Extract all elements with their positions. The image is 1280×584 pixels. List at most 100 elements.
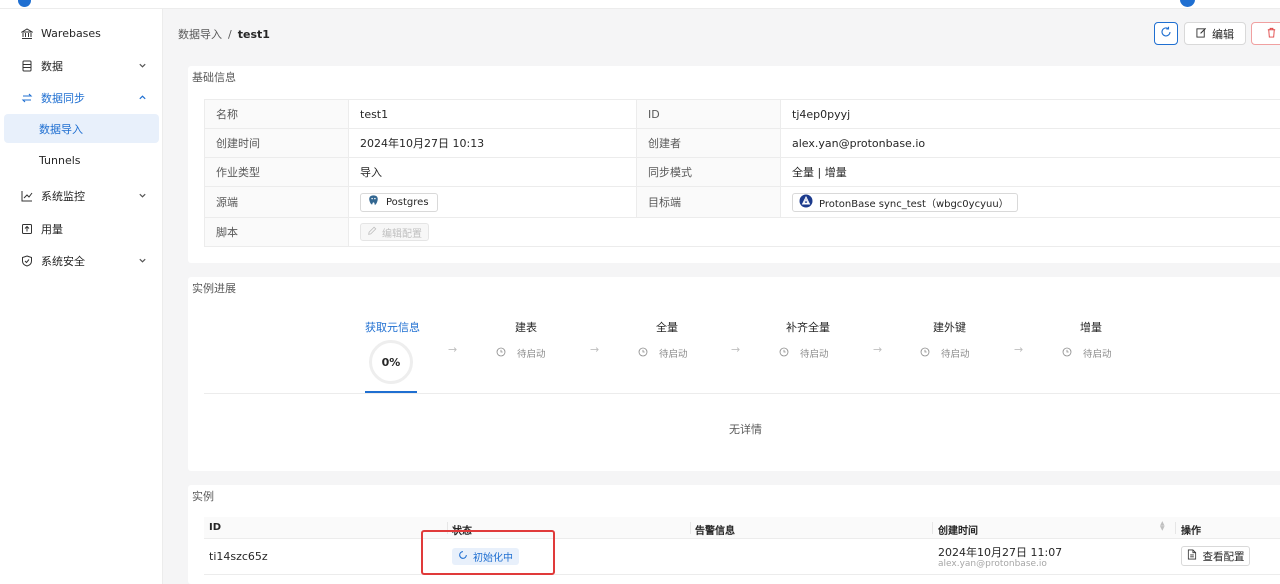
progress-title: 实例进展	[192, 282, 236, 295]
breadcrumb-parent-link[interactable]: 数据导入	[178, 26, 222, 42]
info-key: 脚本	[204, 217, 349, 247]
refresh-button[interactable]	[1154, 22, 1178, 45]
column-divider	[690, 522, 691, 534]
column-header-id: ID	[209, 522, 222, 533]
refresh-icon	[1160, 26, 1172, 41]
column-header-created-time[interactable]: 创建时间	[938, 522, 978, 537]
column-divider	[1175, 522, 1176, 534]
info-row: 名称 test1 ID tj4ep0pyyj	[204, 99, 1280, 129]
protonbase-icon	[799, 194, 813, 211]
step-arrow: →	[448, 343, 458, 356]
sidebar-item-warebases[interactable]: Warebases	[4, 19, 159, 48]
step-status-label: 待启动	[517, 349, 546, 360]
avatar[interactable]	[1180, 0, 1195, 7]
step-arrow: →	[873, 343, 883, 356]
empty-detail-text: 无详情	[729, 423, 762, 436]
info-value: tj4ep0pyyj	[780, 99, 1280, 129]
edit-icon	[367, 226, 377, 239]
sidebar-item-data[interactable]: 数据	[4, 51, 159, 80]
progress-panel	[188, 277, 1280, 471]
step-status: 待启动	[1062, 346, 1112, 360]
breadcrumb: 数据导入 / test1	[178, 26, 270, 42]
postgres-icon	[367, 194, 380, 210]
info-value: 导入	[348, 157, 637, 187]
chart-line-icon	[21, 190, 33, 202]
step-title[interactable]: 补齐全量	[786, 319, 830, 335]
edit-config-label: 编辑配置	[382, 228, 422, 240]
chevron-down-icon	[138, 190, 147, 203]
info-value: 编辑配置	[348, 217, 1280, 247]
instances-title: 实例	[192, 490, 214, 503]
chevron-up-icon	[138, 92, 147, 105]
info-key: 同步模式	[636, 157, 781, 187]
sync-icon	[21, 92, 33, 104]
progress-circle: 0%	[369, 340, 413, 384]
sidebar-item-tunnels[interactable]: Tunnels	[4, 146, 159, 175]
sidebar-item-usage[interactable]: 用量	[4, 214, 159, 243]
step-title[interactable]: 建表	[515, 319, 537, 335]
sidebar-item-data-sync[interactable]: 数据同步	[4, 83, 159, 112]
bank-icon	[21, 27, 33, 40]
sidebar-item-security[interactable]: 系统安全	[4, 246, 159, 275]
step-status: 待启动	[920, 346, 970, 360]
database-icon	[21, 60, 33, 72]
step-title[interactable]: 全量	[656, 319, 678, 335]
step-title[interactable]: 增量	[1080, 319, 1102, 335]
step-arrow: →	[1014, 343, 1024, 356]
edit-button-label: 编辑	[1212, 27, 1234, 41]
shield-icon	[21, 254, 33, 267]
info-value: alex.yan@protonbase.io	[780, 128, 1280, 158]
step-title[interactable]: 建外键	[933, 319, 966, 335]
target-tag[interactable]: ProtonBase sync_test（wbgc0ycyuu）	[792, 192, 1018, 212]
sidebar-item-label: Warebases	[41, 27, 101, 40]
info-row: 创建时间 2024年10月27日 10:13 创建者 alex.yan@prot…	[204, 128, 1280, 158]
step-arrow: →	[731, 343, 741, 356]
info-key: 名称	[204, 99, 349, 129]
info-key: 作业类型	[204, 157, 349, 187]
created-time: 2024年10月27日 11:07	[938, 546, 1063, 559]
view-config-label: 查看配置	[1202, 550, 1245, 563]
breadcrumb-separator: /	[228, 27, 232, 41]
sidebar: Warebases 数据 数据同步 数据导入 Tunnels 系统监控 用量 系…	[0, 9, 163, 584]
sidebar-item-label: 数据	[41, 59, 63, 73]
sort-icon[interactable]: ▲ ▼	[1160, 521, 1165, 532]
clock-icon	[920, 347, 930, 360]
table-header	[204, 517, 1280, 539]
info-value: 2024年10月27日 10:13	[348, 128, 637, 158]
clock-icon	[1062, 347, 1072, 360]
sidebar-item-monitoring[interactable]: 系统监控	[4, 181, 159, 210]
basic-info-title: 基础信息	[192, 71, 236, 84]
sidebar-item-label: 用量	[41, 222, 63, 236]
step-status-label: 待启动	[1083, 349, 1112, 360]
delete-button[interactable]	[1251, 22, 1280, 45]
table-row	[204, 540, 1280, 575]
progress-percent: 0%	[381, 355, 401, 369]
info-row: 作业类型 导入 同步模式 全量 | 增量	[204, 157, 1280, 187]
clock-icon	[496, 347, 506, 360]
source-tag[interactable]: Postgres	[360, 192, 438, 212]
usage-icon	[21, 223, 33, 235]
edit-button[interactable]: 编辑	[1184, 22, 1246, 45]
clock-icon	[779, 347, 789, 360]
view-config-button[interactable]: 查看配置	[1181, 546, 1250, 566]
info-value: Postgres	[348, 186, 637, 218]
basic-info-table: 名称 test1 ID tj4ep0pyyj 创建时间 2024年10月27日 …	[204, 99, 1280, 247]
info-key: 源端	[204, 186, 349, 218]
trash-icon	[1266, 27, 1277, 41]
info-key: 创建时间	[204, 128, 349, 158]
info-value: test1	[348, 99, 637, 129]
step-status-label: 待启动	[659, 349, 688, 360]
info-row: 脚本 编辑配置	[204, 217, 1280, 247]
sidebar-item-data-import[interactable]: 数据导入	[4, 114, 159, 143]
source-label: Postgres	[386, 196, 429, 208]
logo-icon[interactable]	[18, 0, 31, 7]
edit-config-button[interactable]: 编辑配置	[360, 223, 429, 241]
chevron-down-icon	[138, 60, 147, 73]
step-arrow: →	[590, 343, 600, 356]
step-title[interactable]: 获取元信息	[365, 319, 420, 335]
column-divider	[932, 522, 933, 534]
info-row: 源端 Postgres 目标端 ProtonBase sync_test（wbg…	[204, 186, 1280, 218]
sidebar-item-label: 系统监控	[41, 189, 85, 203]
target-label: ProtonBase sync_test（wbgc0ycyuu）	[819, 198, 1009, 210]
step-status: 待启动	[496, 346, 546, 360]
